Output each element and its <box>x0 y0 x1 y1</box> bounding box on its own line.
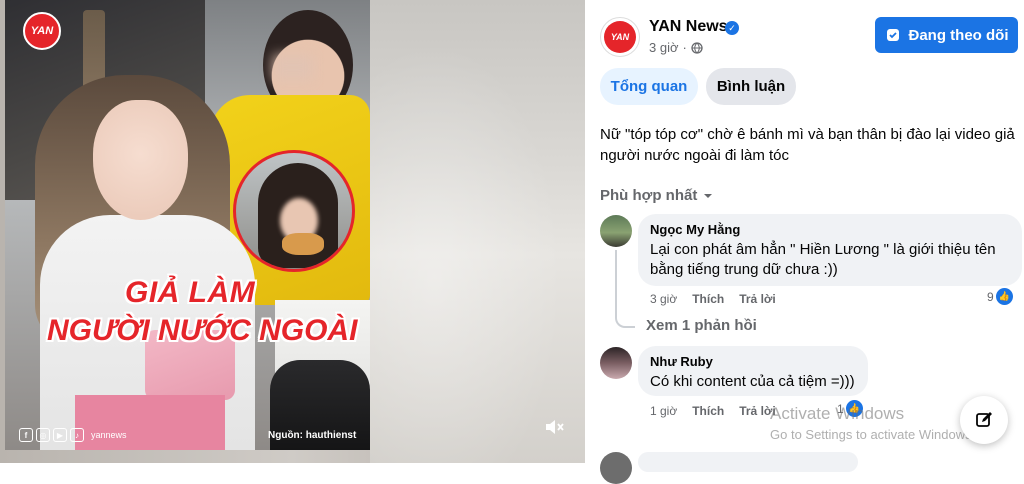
video-headline-line2: NGƯỜI NƯỚC NGOÀI <box>47 314 358 347</box>
compose-button[interactable] <box>960 396 1008 444</box>
commenter-avatar[interactable] <box>600 452 632 484</box>
like-button[interactable]: Thích <box>692 404 724 418</box>
inset-bread <box>282 233 324 255</box>
page-avatar-logo: YAN <box>604 21 636 53</box>
comment-actions: 3 giờ Thích Trả lời <box>650 292 776 306</box>
main-person-face <box>93 100 188 220</box>
post-caption: Nữ "tóp tóp cơ" chờ ê bánh mì và bạn thâ… <box>600 126 1015 164</box>
mute-button[interactable] <box>543 416 567 438</box>
video-player[interactable]: YAN GIẢ LÀM NGƯỜI NƯỚC NGOÀI f ◎ ▶ ♪ yan… <box>0 0 585 463</box>
comment-author[interactable]: Ngọc My Hằng <box>650 222 1010 237</box>
windows-activation-title: Activate Windows <box>770 404 905 423</box>
stylist-face-blur <box>273 55 313 80</box>
tiktok-icon: ♪ <box>70 428 84 442</box>
video-frame[interactable]: YAN GIẢ LÀM NGƯỜI NƯỚC NGOÀI f ◎ ▶ ♪ yan… <box>5 0 370 450</box>
comment-bubble: Ngọc My Hằng Lại con phát âm hẳn " Hiền … <box>638 214 1022 286</box>
see-replies-link[interactable]: Xem 1 phản hồi <box>646 317 757 334</box>
reaction-count-value: 9 <box>987 289 994 304</box>
post-timestamp[interactable]: 3 giờ · <box>649 40 703 55</box>
commenter-avatar[interactable] <box>600 215 632 247</box>
like-icon: 👍 <box>995 288 1013 305</box>
post-panel: YAN YAN News ✓ 3 giờ · Đang theo dõi Tổn… <box>585 0 1024 484</box>
like-button[interactable]: Thích <box>692 292 724 306</box>
globe-icon <box>691 41 703 54</box>
mute-icon <box>546 420 564 434</box>
video-blur-background <box>370 0 585 463</box>
follow-check-icon <box>886 29 899 41</box>
yan-logo: YAN <box>23 12 61 50</box>
instagram-icon: ◎ <box>36 428 50 442</box>
follow-button[interactable]: Đang theo dõi <box>875 17 1018 53</box>
reaction-count[interactable]: 9 👍 <box>987 288 1013 305</box>
comment-time[interactable]: 3 giờ <box>650 292 677 306</box>
comment-text: Có khi content của cả tiệm =))) <box>650 373 855 390</box>
windows-activation-subtitle: Go to Settings to activate Windows. <box>770 427 976 442</box>
post-time-text: 3 giờ <box>649 40 679 55</box>
tab-comments[interactable]: Bình luận <box>706 68 796 105</box>
facebook-icon: f <box>19 428 33 442</box>
video-source-label: Nguồn: hauthienst <box>268 430 357 441</box>
compose-icon <box>976 412 992 427</box>
video-headline-line1: GIẢ LÀM <box>125 276 256 309</box>
inset-photo <box>233 150 355 272</box>
page-name[interactable]: YAN News <box>649 18 728 36</box>
commenter-avatar[interactable] <box>600 347 632 379</box>
verified-icon: ✓ <box>725 21 739 35</box>
comment-bubble: Như Ruby Có khi content của cả tiệm =))) <box>638 346 868 396</box>
comment-time[interactable]: 1 giờ <box>650 404 677 418</box>
comment-sort-dropdown[interactable]: Phù hợp nhất <box>600 187 713 204</box>
reply-button[interactable]: Trả lời <box>739 292 776 306</box>
reply-thread-line <box>615 250 635 328</box>
page-avatar[interactable]: YAN <box>600 17 640 57</box>
comment-actions: 1 giờ Thích Trả lời <box>650 404 776 418</box>
social-handle: yannews <box>91 430 127 440</box>
tab-overview[interactable]: Tổng quan <box>600 68 698 105</box>
social-icons: f ◎ ▶ ♪ yannews <box>19 428 127 442</box>
comment-bubble <box>638 452 858 472</box>
comment-author[interactable]: Như Ruby <box>650 354 856 369</box>
youtube-icon: ▶ <box>53 428 67 442</box>
sort-label: Phù hợp nhất <box>600 187 698 204</box>
comment-text: Lại con phát âm hẳn " Hiền Lương " là gi… <box>650 241 996 278</box>
chevron-down-icon <box>704 193 713 198</box>
dot-separator: · <box>682 40 687 55</box>
follow-label: Đang theo dõi <box>908 26 1009 44</box>
